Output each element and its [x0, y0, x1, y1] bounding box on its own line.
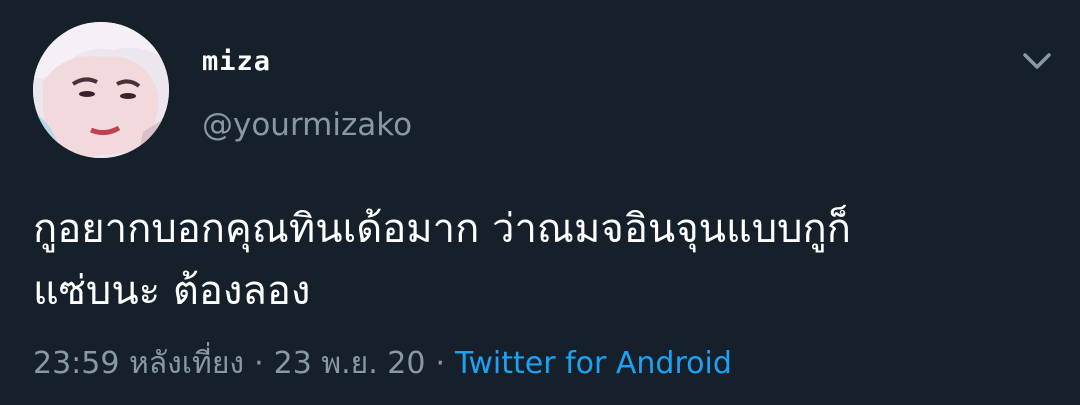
- avatar[interactable]: [33, 22, 169, 158]
- meta-separator: ·: [254, 346, 264, 381]
- user-handle[interactable]: @yourmizako: [202, 107, 412, 143]
- avatar-image: [33, 22, 169, 158]
- chevron-down-icon[interactable]: [1019, 47, 1055, 75]
- display-name[interactable]: miza: [202, 46, 271, 77]
- tweet-meta: 23:59 หลังเที่ยง · 23 พ.ย. 20 · Twitter for …: [33, 340, 732, 387]
- tweet-text: กูอยากบอกคุณทินเด้อมาก ว่าณมจอินจุนแบบกู…: [33, 206, 851, 314]
- tweet-date[interactable]: 23 พ.ย. 20: [274, 346, 426, 381]
- meta-separator: ·: [435, 346, 446, 381]
- tweet-source-link[interactable]: Twitter for Android: [455, 346, 732, 381]
- tweet-card: miza @yourmizako กูอยากบอกคุณทินเด้อมาก …: [0, 0, 1080, 405]
- tweet-time[interactable]: 23:59 หลังเที่ยง: [33, 346, 244, 381]
